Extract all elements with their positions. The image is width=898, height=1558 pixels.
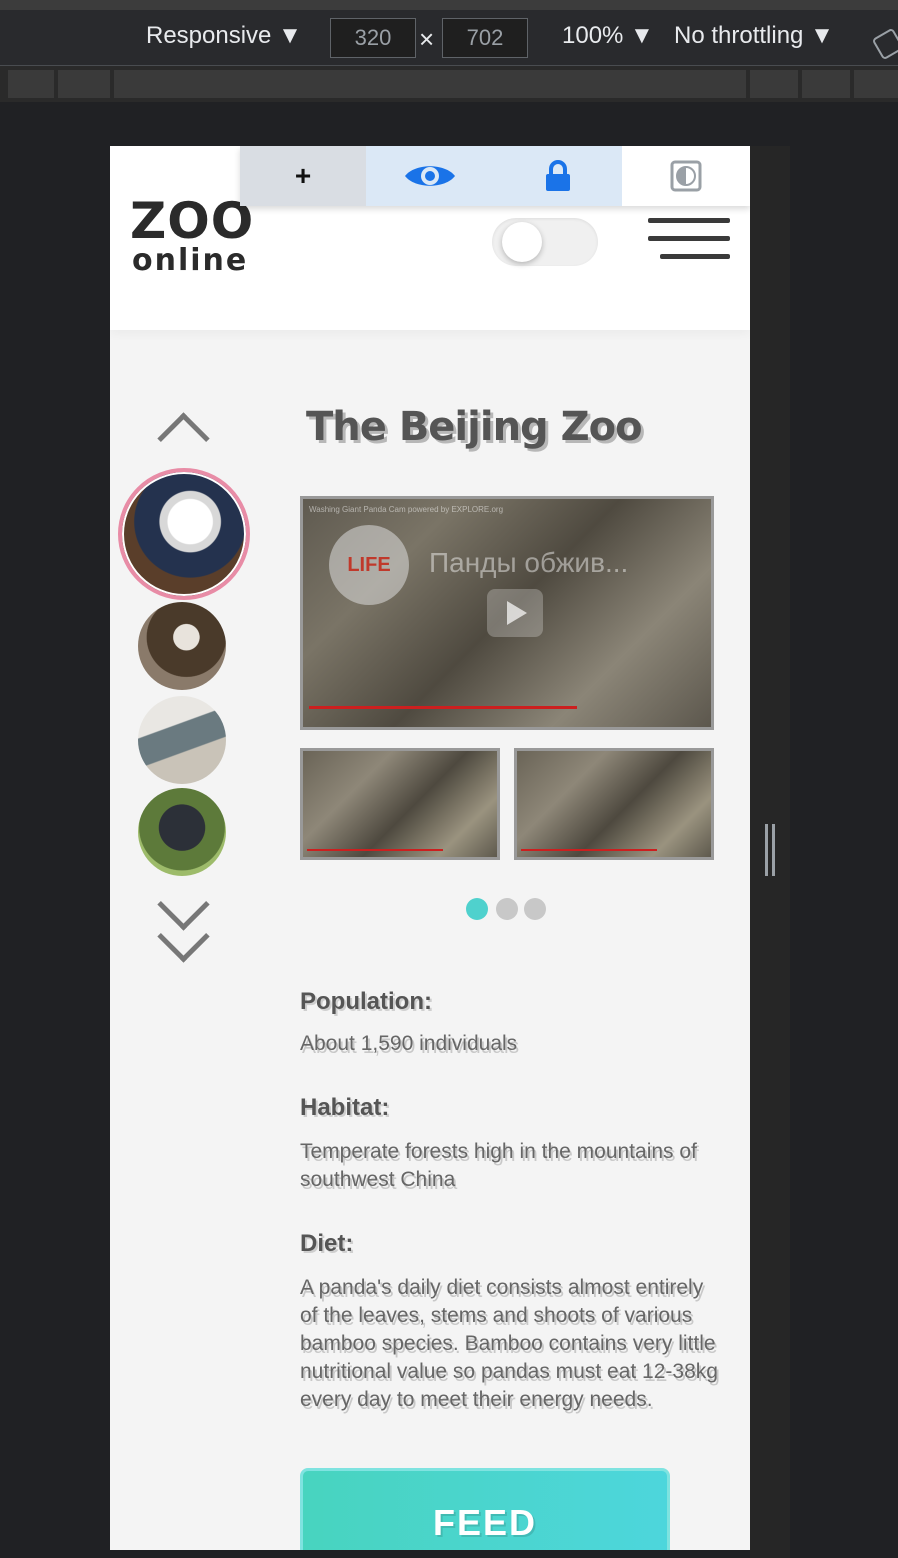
- habitat-label: Habitat:: [300, 1094, 390, 1121]
- ruler-segment[interactable]: [58, 70, 110, 98]
- carousel-dot-active[interactable]: [466, 898, 488, 920]
- chevron-down-icon[interactable]: [152, 930, 210, 960]
- ruler-segment[interactable]: [8, 70, 54, 98]
- toggle-knob: [502, 222, 542, 262]
- eye-icon[interactable]: [366, 146, 494, 206]
- device-viewport: ZOO online + The Beijing Zoo Washing Gia…: [110, 146, 750, 1550]
- page-title: The Beijing Zoo: [306, 404, 643, 450]
- devtools-toolbar: Responsive ▼ 320 × 702 100% ▼ No throttl…: [0, 0, 898, 66]
- rotate-icon[interactable]: [871, 27, 898, 61]
- media-query-ruler: [0, 66, 898, 102]
- accessibility-toolbar: +: [240, 146, 750, 206]
- ruler-segment[interactable]: [802, 70, 850, 98]
- animal-thumb-eagle[interactable]: [138, 602, 226, 690]
- theme-toggle[interactable]: [492, 218, 598, 266]
- habitat-value: Temperate forests high in the mountains …: [300, 1140, 697, 1191]
- animal-thumb-panda[interactable]: [118, 468, 250, 600]
- zoom-dropdown[interactable]: 100% ▼: [562, 22, 654, 50]
- video-thumbnail[interactable]: [514, 748, 714, 860]
- video-player[interactable]: Washing Giant Panda Cam powered by EXPLO…: [300, 496, 714, 730]
- population-label: Population:: [300, 988, 432, 1015]
- viewport-height-input[interactable]: 702: [442, 18, 528, 58]
- viewport-width-input[interactable]: 320: [330, 18, 416, 58]
- carousel-dot[interactable]: [524, 898, 546, 920]
- ruler-segment[interactable]: [854, 70, 898, 98]
- population-value: About 1,590 individuals: [300, 1032, 518, 1055]
- dimension-separator: ×: [419, 24, 435, 54]
- ruler-segment[interactable]: [750, 70, 798, 98]
- feed-button[interactable]: FEED: [300, 1468, 670, 1550]
- throttling-dropdown[interactable]: No throttling ▼: [674, 22, 834, 50]
- video-caption: Washing Giant Panda Cam powered by EXPLO…: [309, 505, 504, 514]
- video-thumbnail[interactable]: [300, 748, 500, 860]
- contrast-icon[interactable]: [622, 146, 750, 206]
- chevron-up-icon[interactable]: [152, 410, 210, 440]
- hamburger-menu-icon[interactable]: [648, 216, 730, 264]
- lock-icon[interactable]: [494, 146, 622, 206]
- channel-badge[interactable]: LIFE: [329, 525, 409, 605]
- ruler-segment[interactable]: [114, 70, 746, 98]
- add-button[interactable]: +: [240, 146, 366, 206]
- video-progress-bar[interactable]: [309, 706, 577, 709]
- carousel-dot[interactable]: [496, 898, 518, 920]
- logo-online[interactable]: online: [132, 246, 248, 276]
- diet-label: Diet:: [300, 1230, 354, 1257]
- device-mode-dropdown[interactable]: Responsive ▼: [146, 22, 302, 50]
- diet-value: A panda's daily diet consists almost ent…: [300, 1276, 718, 1411]
- animal-thumb-gorilla[interactable]: [138, 788, 226, 876]
- resize-handle[interactable]: [765, 824, 775, 876]
- animal-thumb-crocodile[interactable]: [138, 696, 226, 784]
- logo-zoo[interactable]: ZOO: [130, 196, 254, 246]
- video-title[interactable]: Панды обжив...: [429, 547, 628, 579]
- play-icon[interactable]: [487, 589, 543, 637]
